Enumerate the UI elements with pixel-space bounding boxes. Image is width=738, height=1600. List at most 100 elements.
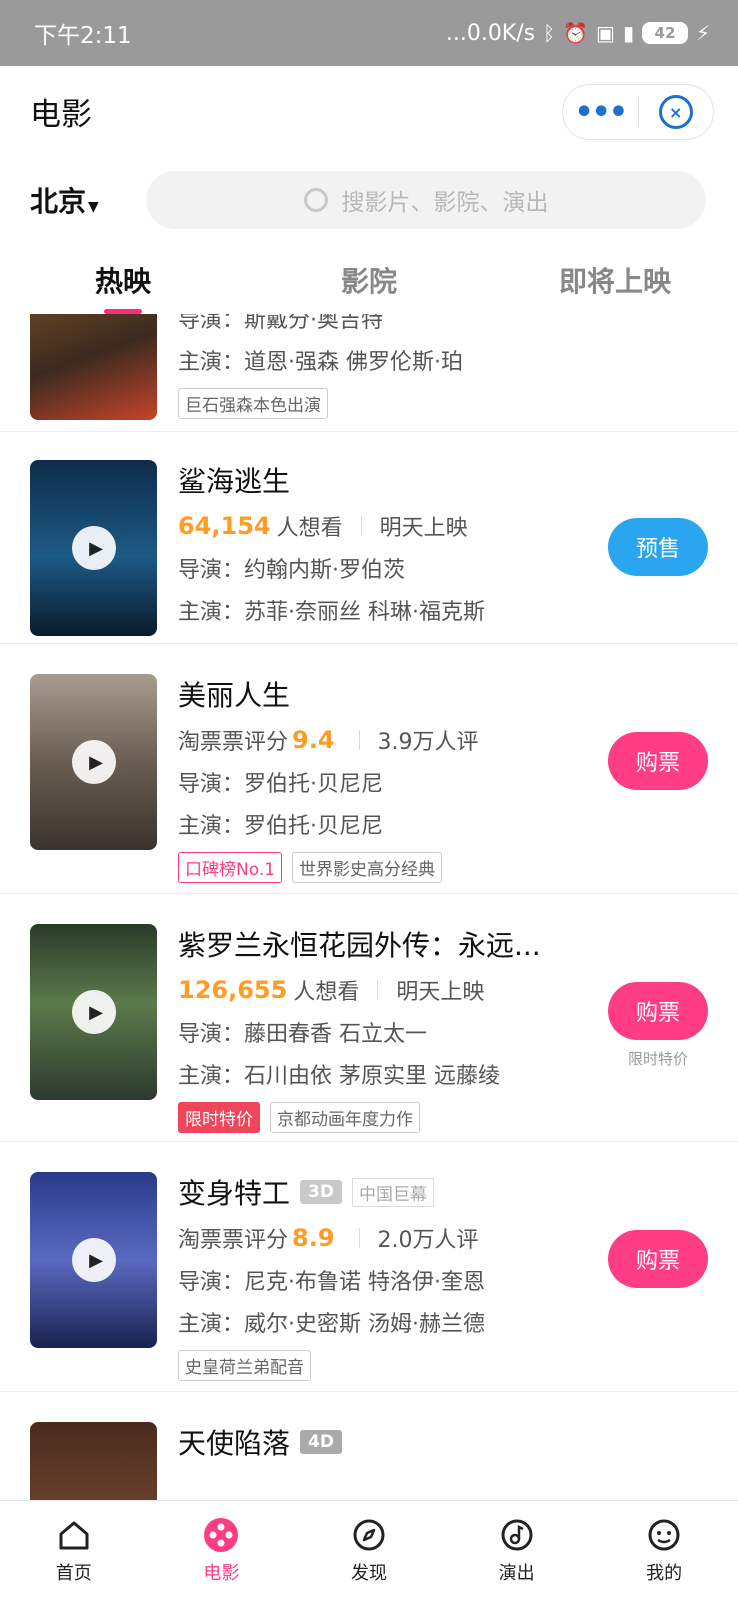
music-note-icon (499, 1517, 535, 1553)
buy-ticket-button[interactable]: 购票 (608, 982, 708, 1040)
format-badge: 中国巨幕 (351, 1177, 434, 1207)
battery-icon: 42 (641, 22, 688, 44)
release-info: 明天上映 (396, 980, 485, 1005)
rating-count: 3.9万人评 (377, 730, 479, 755)
play-icon[interactable]: ▶ (72, 526, 116, 570)
movie-tag: 口碑榜No.1 (178, 852, 283, 883)
divider (358, 1228, 360, 1248)
rating-label: 淘票票评分 (178, 730, 289, 755)
director-line: 导演：罗伯托·贝尼尼 (178, 772, 383, 797)
buy-ticket-button[interactable]: 购票 (608, 1230, 708, 1288)
tag-list: 巨石强森本色出演 (178, 388, 578, 419)
close-icon: × (658, 95, 693, 129)
release-info: 明天上映 (379, 516, 468, 541)
home-icon (56, 1517, 92, 1553)
movie-item[interactable]: ▶ 鲨海逃生 64,154 人想看 明天上映 导演：约翰内斯·罗伯茨 主演：苏菲… (0, 432, 738, 644)
stat-line: 淘票票评分 9.4 3.9万人评 (178, 724, 578, 756)
movie-item[interactable]: ▶ 紫罗兰永恒花园外传：永远... 126,655 人想看 明天上映 导演：藤田… (0, 894, 738, 1142)
movie-info: 鲨海逃生 64,154 人想看 明天上映 导演：约翰内斯·罗伯茨 主演：苏菲·奈… (178, 460, 578, 626)
page-title: 电影 (30, 96, 92, 133)
director-line: 导演：尼克·布鲁诺 特洛伊·奎恩 (178, 1270, 485, 1295)
divider (360, 516, 362, 536)
play-icon[interactable]: ▶ (72, 740, 116, 784)
movie-tag: 巨石强森本色出演 (178, 388, 328, 419)
app-header: 电影 ••• × (0, 66, 738, 156)
film-reel-icon (203, 1517, 239, 1553)
movie-poster[interactable] (30, 314, 157, 420)
cast-line: 主演：罗伯托·贝尼尼 (178, 814, 383, 839)
movie-poster[interactable]: ▶ (30, 924, 157, 1100)
caret-down-icon: ▼ (88, 199, 99, 215)
movie-title: 美丽人生 (178, 679, 291, 712)
format-badge: 4D (300, 1430, 342, 1454)
rating-score: 8.9 (292, 1224, 335, 1252)
tag-list: 限时特价 京都动画年度力作 (178, 1102, 578, 1133)
want-count: 64,154 (178, 512, 271, 540)
tab-label: 我的 (646, 1562, 683, 1584)
city-selector[interactable]: 北京 ▼ (30, 180, 130, 220)
movie-info: 美丽人生 淘票票评分 9.4 3.9万人评 导演：罗伯托·贝尼尼 主演：罗伯托·… (178, 674, 578, 883)
director-line: 导演：约翰内斯·罗伯茨 (178, 558, 405, 583)
movie-item[interactable]: ▶ 变身特工 3D 中国巨幕 淘票票评分 8.9 2.0万人评 导演：尼克·布鲁… (0, 1142, 738, 1392)
cast-line: 主演：威尔·史密斯 汤姆·赫兰德 (178, 1312, 485, 1337)
movie-poster[interactable]: ▶ (30, 1172, 157, 1348)
bluetooth-icon: ᛒ (543, 21, 556, 45)
tab-shows[interactable]: 演出 (443, 1501, 591, 1600)
tab-label: 首页 (55, 1562, 92, 1584)
charging-icon: ⚡ (695, 21, 710, 45)
cast-line: 主演：苏菲·奈丽丝 科琳·福克斯 (178, 600, 485, 625)
stat-line: 126,655 人想看 明天上映 (178, 974, 578, 1006)
tab-profile[interactable]: 我的 (590, 1501, 738, 1600)
tab-bar-top: 热映 影院 即将上映 (0, 246, 738, 314)
movie-item[interactable]: ▶ 美丽人生 淘票票评分 9.4 3.9万人评 导演：罗伯托·贝尼尼 主演：罗伯… (0, 644, 738, 894)
tab-cinemas[interactable]: 影院 (246, 260, 492, 300)
more-icon: ••• (574, 94, 628, 130)
rating-score: 9.4 (292, 726, 335, 754)
tab-home[interactable]: 首页 (0, 1501, 148, 1600)
movie-info: 紫罗兰永恒花园外传：永远... 126,655 人想看 明天上映 导演：藤田春香… (178, 924, 578, 1133)
bottom-tab-bar: 首页 电影 发现 演出 我的 (0, 1500, 738, 1600)
tab-movies[interactable]: 电影 (148, 1501, 296, 1600)
movie-list[interactable]: 导演：斯戴分·奥吉特 主演：道恩·强森 佛罗伦斯·珀 巨石强森本色出演 ▶ 鲨海… (0, 314, 738, 1500)
tab-discover[interactable]: 发现 (295, 1501, 443, 1600)
movie-title: 天使陷落 (178, 1427, 291, 1460)
movie-item[interactable]: 导演：斯戴分·奥吉特 主演：道恩·强森 佛罗伦斯·珀 巨石强森本色出演 (0, 314, 738, 432)
search-icon (303, 188, 328, 212)
discount-note: 限时特价 (627, 1050, 688, 1068)
movie-tag: 世界影史高分经典 (292, 852, 443, 883)
hd-icon: ▣ (596, 21, 615, 45)
search-input[interactable]: 搜影片、影院、演出 (146, 171, 706, 229)
compass-icon (351, 1517, 387, 1553)
movie-tag: 京都动画年度力作 (270, 1102, 420, 1133)
director-line: 导演：藤田春香 石立太一 (178, 1022, 427, 1047)
signal-icon: ▮ (622, 21, 634, 45)
play-icon[interactable]: ▶ (72, 1238, 116, 1282)
movie-tag: 限时特价 (178, 1102, 260, 1133)
tab-now-showing[interactable]: 热映 (0, 260, 246, 300)
city-name: 北京 (30, 185, 87, 218)
miniapp-capsule: ••• × (562, 84, 714, 140)
tab-label: 发现 (350, 1562, 387, 1584)
movie-poster[interactable]: ▶ (30, 674, 157, 850)
tab-coming-soon[interactable]: 即将上映 (492, 260, 738, 300)
stat-line: 淘票票评分 8.9 2.0万人评 (178, 1222, 578, 1254)
movie-tag: 史皇荷兰弟配音 (178, 1350, 311, 1381)
director-line: 导演：斯戴分·奥吉特 (178, 314, 383, 333)
cast-line: 主演：道恩·强森 佛罗伦斯·珀 (178, 350, 463, 375)
search-placeholder: 搜影片、影院、演出 (341, 190, 549, 216)
tab-label: 演出 (498, 1562, 535, 1584)
divider (358, 730, 360, 750)
movie-info: 天使陷落 4D (178, 1422, 578, 1462)
movie-poster[interactable] (30, 1422, 157, 1500)
more-button[interactable]: ••• (563, 85, 638, 139)
net-speed: ...0.0K/s (445, 20, 536, 46)
presale-button[interactable]: 预售 (608, 518, 708, 576)
format-badge: 3D (300, 1180, 342, 1204)
play-icon[interactable]: ▶ (72, 990, 116, 1034)
status-icons: ...0.0K/s ᛒ ⏰ ▣ ▮ 42 ⚡ (446, 21, 710, 46)
movie-poster[interactable]: ▶ (30, 460, 157, 636)
buy-ticket-button[interactable]: 购票 (608, 732, 708, 790)
movie-item[interactable]: 天使陷落 4D (0, 1392, 738, 1500)
stat-line: 64,154 人想看 明天上映 (178, 510, 578, 542)
close-button[interactable]: × (639, 85, 714, 139)
